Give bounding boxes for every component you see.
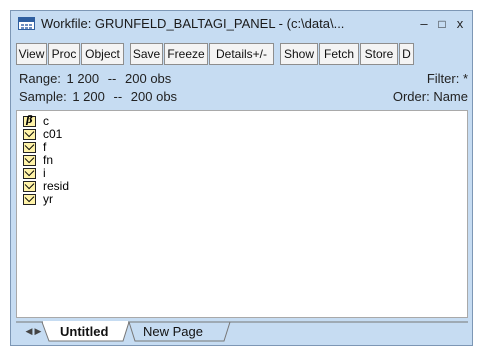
freeze-button[interactable]: Freeze: [164, 43, 208, 65]
object-list[interactable]: β c c01 f fn i resid yr: [16, 110, 468, 318]
workfile-info: Range: 1 200 -- 200 obs Filter: * Sample…: [16, 69, 468, 107]
object-name: f: [43, 140, 47, 154]
coefficient-beta-icon: β: [23, 115, 36, 127]
range-obs: 200 obs: [125, 71, 172, 86]
toolbar: View Proc Object Save Freeze Details+/- …: [16, 43, 468, 65]
page-tab-bar: ◀ ▶ Untitled New Page: [16, 321, 468, 343]
minimize-button[interactable]: –: [415, 14, 433, 34]
sample-label: Sample:: [19, 89, 67, 104]
window-title: Workfile: GRUNFELD_BALTAGI_PANEL - (c:\d…: [41, 16, 345, 31]
range-row[interactable]: Range: 1 200 -- 200 obs: [19, 71, 171, 86]
series-icon: [23, 168, 36, 179]
object-name: i: [43, 166, 46, 180]
order-text[interactable]: Order: Name: [393, 89, 468, 104]
range-separator: --: [107, 71, 117, 86]
workfile-window: Workfile: GRUNFELD_BALTAGI_PANEL - (c:\d…: [10, 10, 473, 346]
series-icon: [23, 181, 36, 192]
range-value: 1 200: [66, 71, 100, 86]
close-button[interactable]: x: [451, 14, 469, 34]
object-name: resid: [43, 179, 70, 193]
range-label: Range:: [19, 71, 61, 86]
store-button[interactable]: Store: [360, 43, 398, 65]
series-icon: [23, 129, 36, 140]
tab-new-page[interactable]: New Page: [143, 321, 203, 343]
object-name: fn: [43, 153, 54, 167]
tab-untitled[interactable]: Untitled: [60, 321, 108, 343]
sample-value: 1 200: [72, 89, 105, 104]
object-name: c01: [43, 127, 63, 141]
object-name: yr: [43, 192, 53, 206]
restore-button[interactable]: □: [433, 14, 451, 34]
workfile-icon: [18, 17, 35, 30]
title-bar[interactable]: Workfile: GRUNFELD_BALTAGI_PANEL - (c:\d…: [11, 11, 472, 37]
view-button[interactable]: View: [16, 43, 47, 65]
save-button[interactable]: Save: [130, 43, 163, 65]
series-icon: [23, 142, 36, 153]
proc-button[interactable]: Proc: [48, 43, 80, 65]
sample-row[interactable]: Sample: 1 200 -- 200 obs: [19, 89, 177, 104]
filter-text[interactable]: Filter: *: [427, 71, 468, 86]
series-icon: [23, 155, 36, 166]
details-toggle-button[interactable]: Details+/-: [209, 43, 274, 65]
fetch-button[interactable]: Fetch: [319, 43, 359, 65]
sample-separator: --: [113, 89, 123, 104]
sample-obs: 200 obs: [130, 89, 178, 104]
delete-button[interactable]: D: [399, 43, 414, 65]
series-icon: [23, 194, 36, 205]
show-button[interactable]: Show: [280, 43, 318, 65]
object-button[interactable]: Object: [81, 43, 124, 65]
object-name: c: [43, 114, 49, 128]
